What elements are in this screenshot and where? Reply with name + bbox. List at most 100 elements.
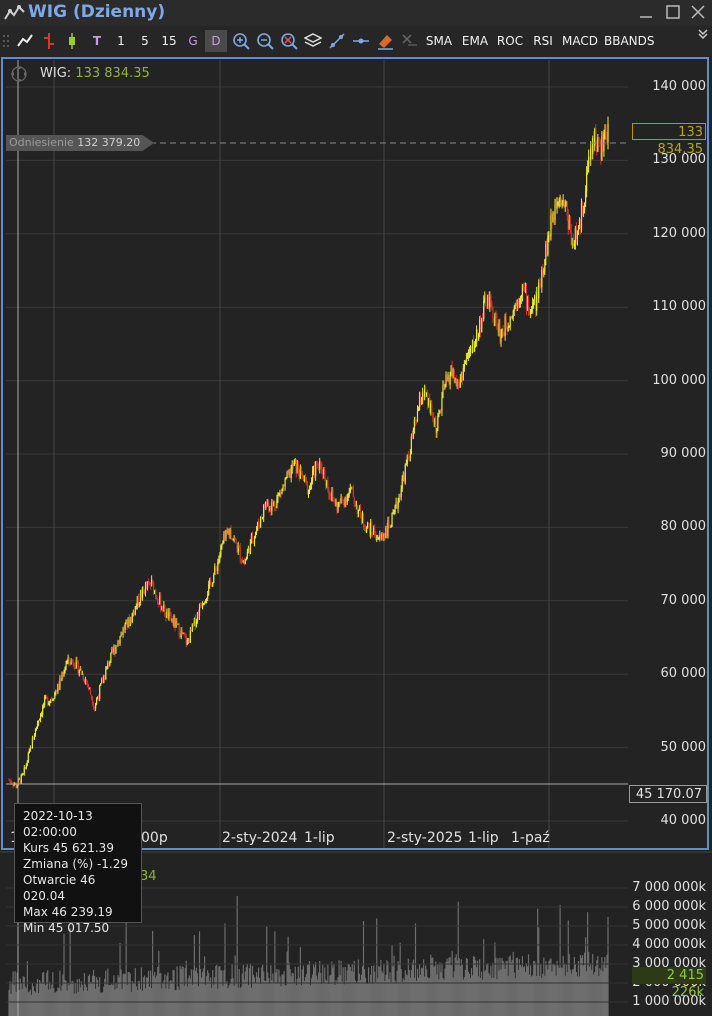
candle-body xyxy=(26,761,28,766)
candle-body xyxy=(20,774,22,784)
candle-body xyxy=(349,487,351,492)
candle-body xyxy=(352,487,354,498)
candle-body xyxy=(332,491,334,498)
x-axis-label: 00p xyxy=(141,830,168,846)
candle-body xyxy=(346,498,348,503)
candle-body xyxy=(40,714,43,716)
candle-body xyxy=(307,492,310,495)
candle-body xyxy=(244,560,246,565)
candle-body xyxy=(320,461,322,464)
candle-body xyxy=(505,316,507,329)
candle-body xyxy=(317,462,319,469)
candle-body xyxy=(357,509,360,514)
y-axis-label: 140 000 xyxy=(652,79,706,94)
candle-body xyxy=(106,666,108,670)
move-handle-icon[interactable] xyxy=(8,65,30,83)
candle-body xyxy=(260,516,262,527)
candle-body xyxy=(63,671,65,677)
y-axis-label: 120 000 xyxy=(652,225,706,241)
candle-body xyxy=(124,624,126,630)
x-axis-label: 1-lip xyxy=(304,830,335,846)
candle-body xyxy=(329,495,331,497)
candle-body xyxy=(178,623,180,637)
candle-body xyxy=(431,403,433,416)
candle-body xyxy=(278,493,280,496)
candle-body xyxy=(529,312,532,314)
x-axis-label: 2-sty-2025 xyxy=(387,830,463,846)
tooltip-open: Otwarcie 46 020.04 xyxy=(23,873,96,903)
candle-body xyxy=(473,344,476,352)
candle-body xyxy=(152,579,154,583)
candle-body xyxy=(186,640,188,645)
tooltip-max: Max 46 239.19 xyxy=(23,905,113,919)
x-axis-label: 2-sty-2024 xyxy=(222,830,298,846)
candle-body xyxy=(463,364,465,368)
candle-body xyxy=(92,705,95,708)
candle-body xyxy=(416,410,419,422)
legend-symbol: WIG: xyxy=(40,66,72,81)
candle-body xyxy=(205,599,207,603)
candle-body xyxy=(199,604,202,607)
candle-body xyxy=(377,538,379,540)
candle-body xyxy=(457,381,459,388)
candle-body xyxy=(238,546,240,548)
candle-body xyxy=(249,539,252,555)
candle-body xyxy=(309,484,312,486)
candle-body xyxy=(222,540,224,544)
candle-body xyxy=(116,646,118,648)
candle-body xyxy=(308,485,311,493)
candle-body xyxy=(24,767,26,769)
candle-body xyxy=(285,478,287,480)
candle-body xyxy=(533,300,535,304)
candle-body xyxy=(490,297,492,303)
candle-body xyxy=(245,557,247,561)
candle-body xyxy=(527,299,530,313)
candle-body xyxy=(507,327,509,331)
candle-body xyxy=(597,137,599,152)
candle-body xyxy=(135,606,137,608)
y-axis-label: 80 000 xyxy=(660,519,707,535)
candle-body xyxy=(87,684,90,688)
y-axis-label: 70 000 xyxy=(660,592,707,608)
candle-body xyxy=(414,419,417,422)
candle-body xyxy=(577,228,580,231)
candle-body xyxy=(394,506,396,513)
candle-body xyxy=(420,400,423,405)
candle-body xyxy=(257,522,260,526)
candle-body xyxy=(509,316,511,327)
candle-body xyxy=(42,705,44,715)
tooltip-date: 2022-10-13 xyxy=(23,809,93,823)
candle-body xyxy=(184,635,186,637)
volume-axis-label: 7 000 000k xyxy=(632,880,706,895)
candle-body xyxy=(85,679,88,683)
candle-body xyxy=(363,525,366,530)
candle-body xyxy=(254,532,257,538)
candle-body xyxy=(109,661,111,666)
candle-body xyxy=(66,661,68,664)
reference-line-label[interactable]: Odniesienie 132 379.20 xyxy=(6,135,155,151)
candle-body xyxy=(417,410,420,412)
candle-body xyxy=(502,330,504,335)
candle-body xyxy=(206,598,208,600)
candle-body xyxy=(324,470,326,480)
candle-body xyxy=(27,753,29,762)
candle-body xyxy=(518,302,520,304)
candle-body xyxy=(368,523,370,527)
candle-body xyxy=(558,200,560,202)
candle-body xyxy=(495,314,497,317)
candle-body xyxy=(573,242,575,247)
candle-body xyxy=(388,520,390,526)
candle-body xyxy=(73,664,75,669)
candle-body xyxy=(347,493,349,499)
candle-body xyxy=(543,269,545,274)
candle-body xyxy=(511,317,513,319)
tooltip-change: Zmiana (%) -1.29 xyxy=(23,857,128,871)
candle-body xyxy=(328,489,330,496)
candle-body xyxy=(297,464,299,474)
candle-body xyxy=(239,547,241,560)
volume-axis-label: 4 000 000k xyxy=(632,937,706,952)
candle-body xyxy=(400,488,402,498)
candle-body xyxy=(359,506,362,517)
candle-body xyxy=(68,657,70,663)
candle-body xyxy=(44,697,46,705)
